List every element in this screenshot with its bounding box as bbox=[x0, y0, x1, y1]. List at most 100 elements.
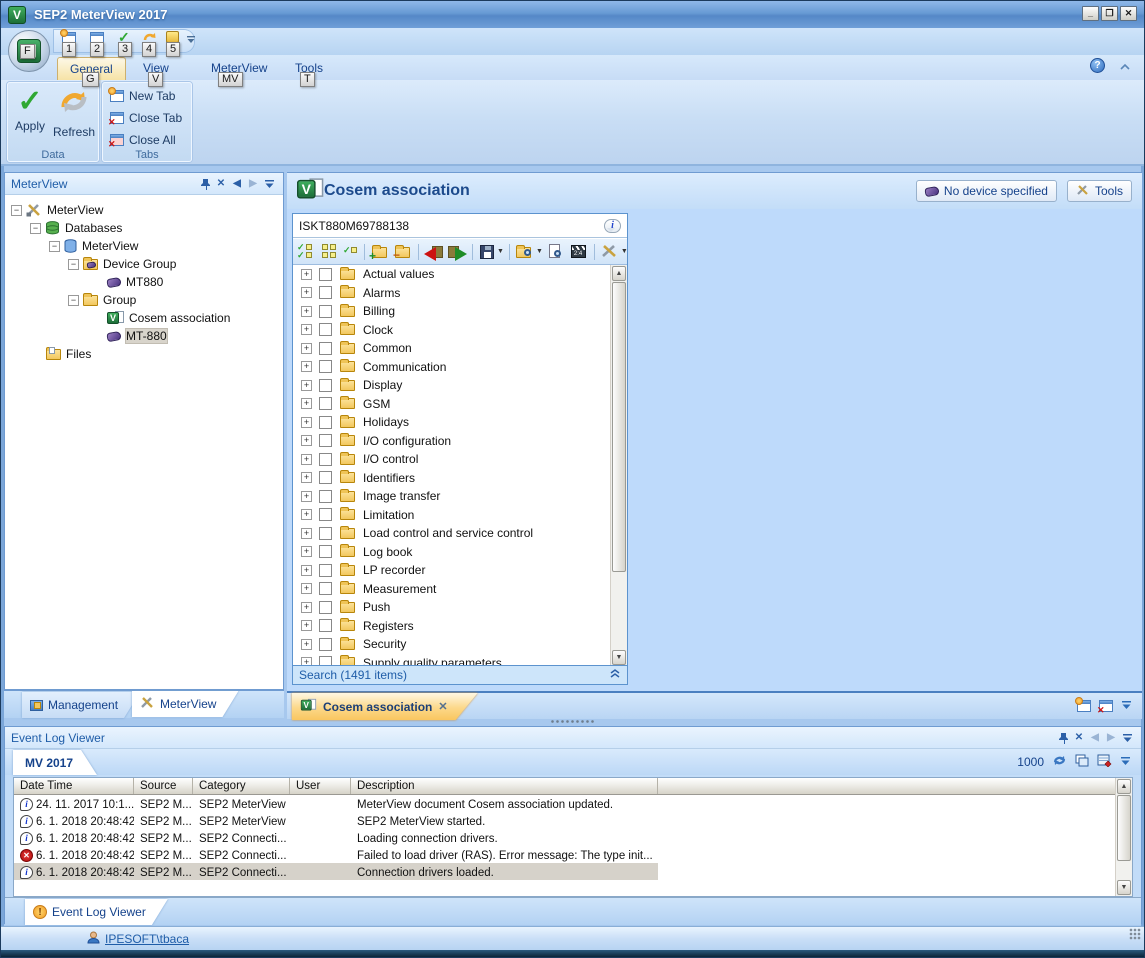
expand-icon[interactable] bbox=[301, 324, 312, 335]
tree-item-meterview-root[interactable]: MeterView bbox=[11, 201, 289, 219]
refresh-log-icon[interactable] bbox=[1052, 753, 1067, 770]
user-account-link[interactable]: IPESOFT\tbaca bbox=[105, 932, 189, 946]
category-checkbox[interactable] bbox=[319, 397, 332, 410]
category-row[interactable]: Push bbox=[293, 598, 610, 617]
category-row[interactable]: Actual values bbox=[293, 265, 610, 284]
read-from-device-icon[interactable] bbox=[424, 243, 444, 261]
expand-icon[interactable] bbox=[301, 491, 312, 502]
category-checkbox[interactable] bbox=[319, 545, 332, 558]
no-device-button[interactable]: No device specified bbox=[916, 180, 1057, 202]
pin-icon[interactable] bbox=[197, 176, 213, 192]
category-row[interactable]: GSM bbox=[293, 395, 610, 414]
apply-button[interactable]: ✓ Apply bbox=[9, 85, 51, 145]
category-label[interactable]: Alarms bbox=[363, 286, 400, 300]
expand-icon[interactable] bbox=[301, 269, 312, 280]
event-row[interactable]: 6. 1. 2018 20:48:42 SEP2 M... SEP2 Conne… bbox=[14, 829, 1132, 846]
expand-icon[interactable] bbox=[301, 361, 312, 372]
scroll-thumb[interactable] bbox=[1117, 795, 1131, 861]
category-checkbox[interactable] bbox=[319, 564, 332, 577]
tree-item-databases[interactable]: Databases bbox=[30, 219, 308, 237]
category-label[interactable]: Common bbox=[363, 341, 412, 355]
print-preview-icon[interactable] bbox=[546, 243, 566, 261]
log-settings-icon[interactable] bbox=[1097, 754, 1112, 770]
qat-customize-icon[interactable] bbox=[186, 33, 202, 48]
category-label[interactable]: Display bbox=[363, 378, 402, 392]
column-category[interactable]: Category bbox=[193, 778, 290, 794]
category-checkbox[interactable] bbox=[319, 268, 332, 281]
category-checkbox[interactable] bbox=[319, 305, 332, 318]
expand-icon[interactable] bbox=[301, 380, 312, 391]
category-checkbox[interactable] bbox=[319, 527, 332, 540]
category-label[interactable]: Security bbox=[363, 637, 406, 651]
refresh-button[interactable]: Refresh bbox=[53, 85, 95, 145]
category-label[interactable]: Communication bbox=[363, 360, 446, 374]
category-label[interactable]: Holidays bbox=[363, 415, 409, 429]
expand-icon[interactable] bbox=[301, 620, 312, 631]
category-label[interactable]: I/O control bbox=[363, 452, 418, 466]
category-scrollbar[interactable]: ▲ ▼ bbox=[610, 265, 627, 666]
tools-button[interactable]: Tools bbox=[1067, 180, 1132, 202]
scroll-thumb[interactable] bbox=[612, 282, 626, 572]
category-row[interactable]: Billing bbox=[293, 302, 610, 321]
event-row[interactable]: 6. 1. 2018 20:48:42 SEP2 M... SEP2 Conne… bbox=[14, 846, 1132, 863]
new-tab-button[interactable]: New Tab bbox=[106, 86, 179, 106]
expand-icon[interactable] bbox=[30, 223, 41, 234]
category-checkbox[interactable] bbox=[319, 508, 332, 521]
expand-icon[interactable] bbox=[301, 398, 312, 409]
tree-item-files[interactable]: Files bbox=[30, 345, 308, 363]
expand-icon[interactable] bbox=[301, 565, 312, 576]
category-label[interactable]: Identifiers bbox=[363, 471, 415, 485]
save-dropdown-icon[interactable]: ▼ bbox=[497, 248, 504, 255]
expand-icon[interactable] bbox=[301, 546, 312, 557]
event-row[interactable]: 6. 1. 2018 20:48:42 SEP2 M... SEP2 Conne… bbox=[14, 863, 1132, 880]
folder-view-dropdown-icon[interactable]: ▼ bbox=[536, 248, 543, 255]
expand-icon[interactable] bbox=[301, 417, 312, 428]
category-row[interactable]: I/O control bbox=[293, 450, 610, 469]
log-menu-icon[interactable] bbox=[1120, 755, 1131, 769]
column-source[interactable]: Source bbox=[134, 778, 193, 794]
category-label[interactable]: Push bbox=[363, 600, 390, 614]
expand-icon[interactable] bbox=[301, 287, 312, 298]
horizontal-splitter[interactable] bbox=[550, 719, 596, 724]
category-checkbox[interactable] bbox=[319, 360, 332, 373]
scroll-up-icon[interactable]: ▲ bbox=[1117, 779, 1131, 794]
category-checkbox[interactable] bbox=[319, 601, 332, 614]
tab-mv-2017[interactable]: MV 2017 bbox=[13, 750, 97, 775]
category-checkbox[interactable] bbox=[319, 286, 332, 299]
expand-icon[interactable] bbox=[68, 259, 79, 270]
check-selected-icon[interactable]: ✓ bbox=[343, 243, 359, 261]
scroll-down-icon[interactable]: ▼ bbox=[612, 650, 626, 665]
panel-menu-icon[interactable] bbox=[1119, 730, 1135, 746]
category-label[interactable]: GSM bbox=[363, 397, 390, 411]
event-row[interactable]: 6. 1. 2018 20:48:42 SEP2 M... SEP2 Meter… bbox=[14, 812, 1132, 829]
uncheck-all-icon[interactable] bbox=[320, 243, 340, 261]
category-row[interactable]: Image transfer bbox=[293, 487, 610, 506]
category-row[interactable]: Display bbox=[293, 376, 610, 395]
category-row[interactable]: Communication bbox=[293, 358, 610, 377]
expand-icon[interactable] bbox=[301, 583, 312, 594]
nav-forward-icon[interactable]: ▶ bbox=[1103, 730, 1119, 746]
close-doc-tab-icon[interactable]: ✕ bbox=[438, 700, 447, 713]
copy-log-icon[interactable] bbox=[1075, 754, 1089, 770]
category-row[interactable]: Common bbox=[293, 339, 610, 358]
device-name-field[interactable]: ISKT880M69788138 i bbox=[293, 214, 627, 238]
category-checkbox[interactable] bbox=[319, 582, 332, 595]
category-checkbox[interactable] bbox=[319, 434, 332, 447]
category-row[interactable]: Registers bbox=[293, 617, 610, 636]
collapse-ribbon-icon[interactable] bbox=[1119, 60, 1131, 74]
category-label[interactable]: Load control and service control bbox=[363, 526, 533, 540]
tab-list-dropdown-icon[interactable] bbox=[1121, 699, 1132, 713]
search-bar[interactable]: Search (1491 items) bbox=[293, 665, 627, 684]
category-row[interactable]: Alarms bbox=[293, 284, 610, 303]
expand-icon[interactable] bbox=[301, 435, 312, 446]
category-label[interactable]: Registers bbox=[363, 619, 414, 633]
expand-icon[interactable] bbox=[301, 602, 312, 613]
close-panel-icon[interactable]: ✕ bbox=[1071, 730, 1087, 746]
info-balloon-icon[interactable]: i bbox=[604, 219, 621, 233]
tab-event-log-viewer[interactable]: ! Event Log Viewer bbox=[25, 899, 168, 925]
expand-icon[interactable] bbox=[301, 343, 312, 354]
check-all-icon[interactable]: ✓✓ bbox=[297, 243, 317, 261]
column-date-time[interactable]: Date Time bbox=[14, 778, 134, 794]
category-row[interactable]: Load control and service control bbox=[293, 524, 610, 543]
new-document-icon[interactable] bbox=[1077, 700, 1091, 712]
